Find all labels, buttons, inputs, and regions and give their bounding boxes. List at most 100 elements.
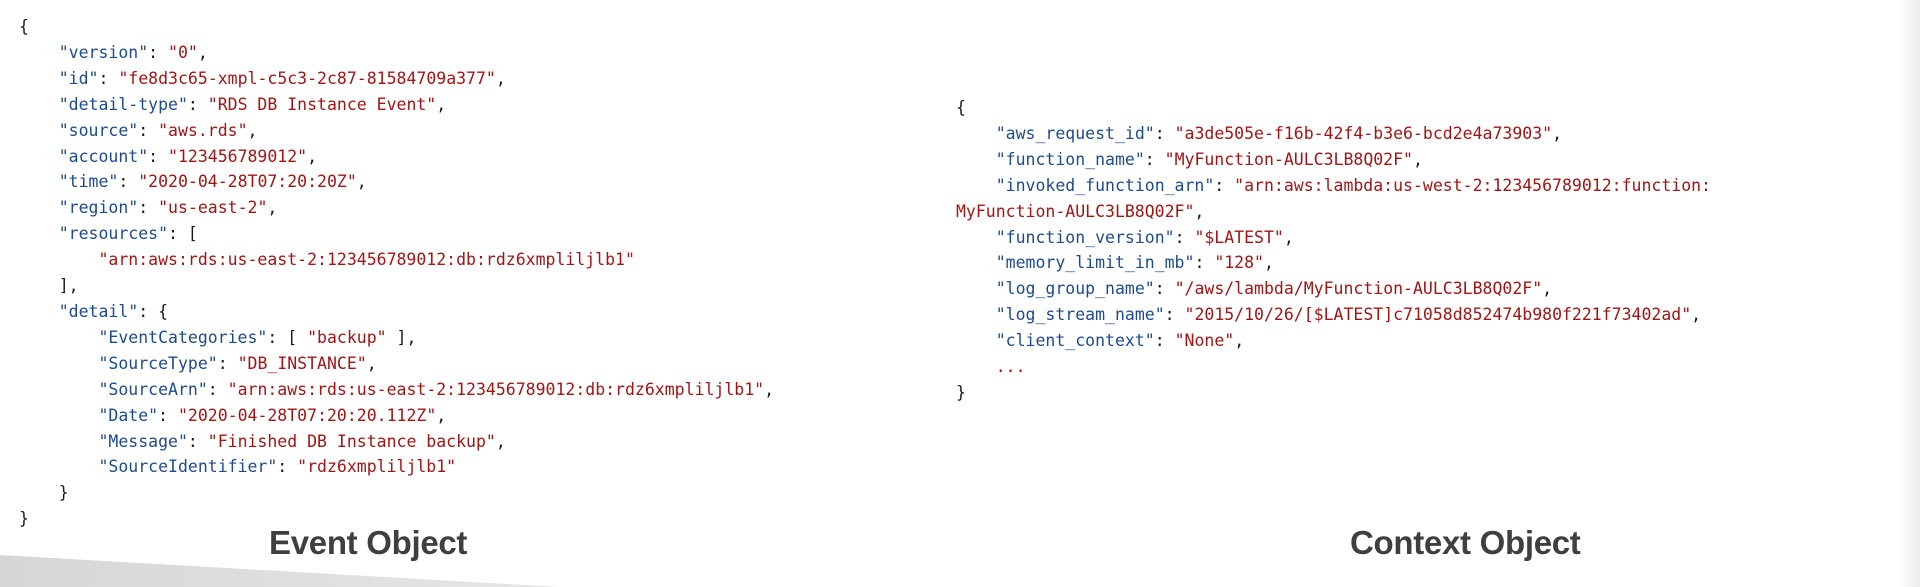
json-string: "us-east-2" [158, 198, 268, 218]
json-punctuation [19, 95, 59, 114]
json-punctuation [19, 198, 59, 217]
event-object-caption: Event Object [269, 524, 468, 561]
slide-edge-shadow [1898, 0, 1920, 587]
json-punctuation [19, 457, 98, 476]
json-punctuation: : { [138, 301, 169, 321]
json-key: "function_version" [995, 227, 1175, 247]
json-punctuation: , [197, 42, 208, 62]
json-punctuation [19, 432, 98, 451]
json-string: "None" [1174, 331, 1235, 351]
json-punctuation [956, 331, 996, 350]
json-punctuation: : [ [267, 327, 308, 347]
code-line: "function_name": "MyFunction-AULC3LB8Q02… [956, 150, 1423, 169]
json-punctuation: : [187, 94, 208, 114]
code-line: "SourceArn": "arn:aws:rds:us-east-2:1234… [19, 380, 774, 399]
json-string: "arn:aws:rds:us-east-2:123456789012:db:r… [98, 250, 635, 270]
json-punctuation: , [436, 94, 447, 114]
code-line: "aws_request_id": "a3de505e-f16b-42f4-b3… [956, 124, 1562, 143]
json-punctuation: } [19, 483, 69, 503]
code-line: ... [956, 357, 1026, 376]
code-line: "Message": "Finished DB Instance backup"… [19, 431, 505, 451]
json-string: "123456789012" [168, 146, 308, 166]
json-string: "DB_INSTANCE" [237, 353, 367, 373]
json-punctuation: , [495, 68, 506, 88]
json-punctuation: { [19, 17, 29, 36]
code-line: MyFunction-AULC3LB8Q02F", [956, 202, 1204, 221]
json-punctuation: ], [19, 276, 79, 296]
json-punctuation [956, 357, 996, 376]
json-punctuation: ], [386, 327, 417, 347]
json-key: "EventCategories" [98, 327, 268, 347]
json-punctuation [19, 224, 59, 243]
code-line: "Date": "2020-04-28T07:20:20.112Z", [19, 406, 446, 425]
json-key: "Date" [98, 405, 159, 425]
json-string: "a3de505e-f16b-42f4-b3e6-bcd2e4a73903" [1174, 123, 1553, 143]
json-punctuation: , [1691, 305, 1702, 325]
code-line: ], [19, 276, 79, 295]
json-punctuation: , [1542, 279, 1553, 299]
json-string: "Finished DB Instance backup" [207, 431, 496, 451]
code-line: "client_context": "None", [956, 331, 1244, 350]
json-punctuation: : [187, 431, 208, 451]
json-punctuation: : [1164, 305, 1185, 325]
json-key: "resources" [58, 224, 169, 244]
json-punctuation: : [ [168, 224, 198, 244]
code-line: "SourceType": "DB_INSTANCE", [19, 353, 377, 373]
json-key: "log_stream_name" [995, 305, 1165, 325]
json-punctuation: : [138, 120, 159, 140]
json-key: "aws_request_id" [995, 123, 1155, 143]
code-line: "arn:aws:rds:us-east-2:123456789012:db:r… [19, 250, 635, 270]
code-line: "invoked_function_arn": "arn:aws:lambda:… [956, 176, 1711, 195]
json-punctuation: : [1214, 175, 1235, 195]
json-string: ... [995, 357, 1026, 377]
json-punctuation: , [356, 172, 367, 192]
json-punctuation: , [1234, 331, 1245, 351]
code-line: "resources": [ [19, 224, 198, 243]
json-punctuation [19, 121, 59, 140]
json-punctuation: : [1144, 149, 1165, 169]
json-punctuation: : [138, 198, 159, 218]
json-key: "SourceType" [98, 353, 218, 373]
json-string: "128" [1214, 253, 1264, 273]
code-line: "id": "fe8d3c65-xmpl-c5c3-2c87-81584709a… [19, 69, 506, 88]
json-key: "source" [58, 120, 139, 140]
code-line: "detail": { [19, 302, 168, 321]
json-key: "region" [58, 198, 139, 218]
json-punctuation [19, 147, 59, 166]
json-punctuation: : [1194, 253, 1215, 273]
json-key: "Message" [98, 431, 188, 451]
code-line: } [956, 383, 966, 402]
json-punctuation [956, 253, 996, 272]
json-key: "memory_limit_in_mb" [995, 253, 1195, 273]
json-key: "function_name" [995, 149, 1145, 169]
json-punctuation [19, 69, 59, 88]
json-punctuation: , [1552, 123, 1563, 143]
json-string: "aws.rds" [158, 120, 248, 140]
json-punctuation [956, 228, 996, 247]
json-punctuation: , [366, 353, 377, 373]
json-punctuation: : [158, 405, 178, 425]
code-line: { [19, 17, 29, 36]
json-punctuation: , [307, 146, 318, 166]
json-punctuation: : [1154, 279, 1175, 299]
code-line: "source": "aws.rds", [19, 120, 258, 140]
json-punctuation: : [1174, 227, 1195, 247]
json-punctuation: : [1154, 123, 1175, 143]
json-string: "MyFunction-AULC3LB8Q02F" [1164, 149, 1413, 169]
json-punctuation: { [956, 98, 966, 117]
json-punctuation: , [436, 405, 447, 425]
code-line: "memory_limit_in_mb": "128", [956, 253, 1274, 272]
json-punctuation: , [247, 120, 258, 140]
code-line: "EventCategories": [ "backup" ], [19, 328, 416, 347]
json-key: "detail-type" [58, 94, 188, 114]
code-line: "SourceIdentifier": "rdz6xmpliljlb1" [19, 457, 456, 476]
json-punctuation [19, 328, 98, 347]
code-line: "detail-type": "RDS DB Instance Event", [19, 95, 446, 114]
json-punctuation [19, 406, 98, 425]
json-punctuation: : [148, 146, 169, 166]
json-punctuation: , [764, 379, 775, 399]
json-key: "client_context" [995, 331, 1155, 351]
code-line: } [19, 483, 69, 502]
json-key: "id" [58, 68, 99, 88]
json-string: "2020-04-28T07:20:20Z" [138, 172, 357, 192]
